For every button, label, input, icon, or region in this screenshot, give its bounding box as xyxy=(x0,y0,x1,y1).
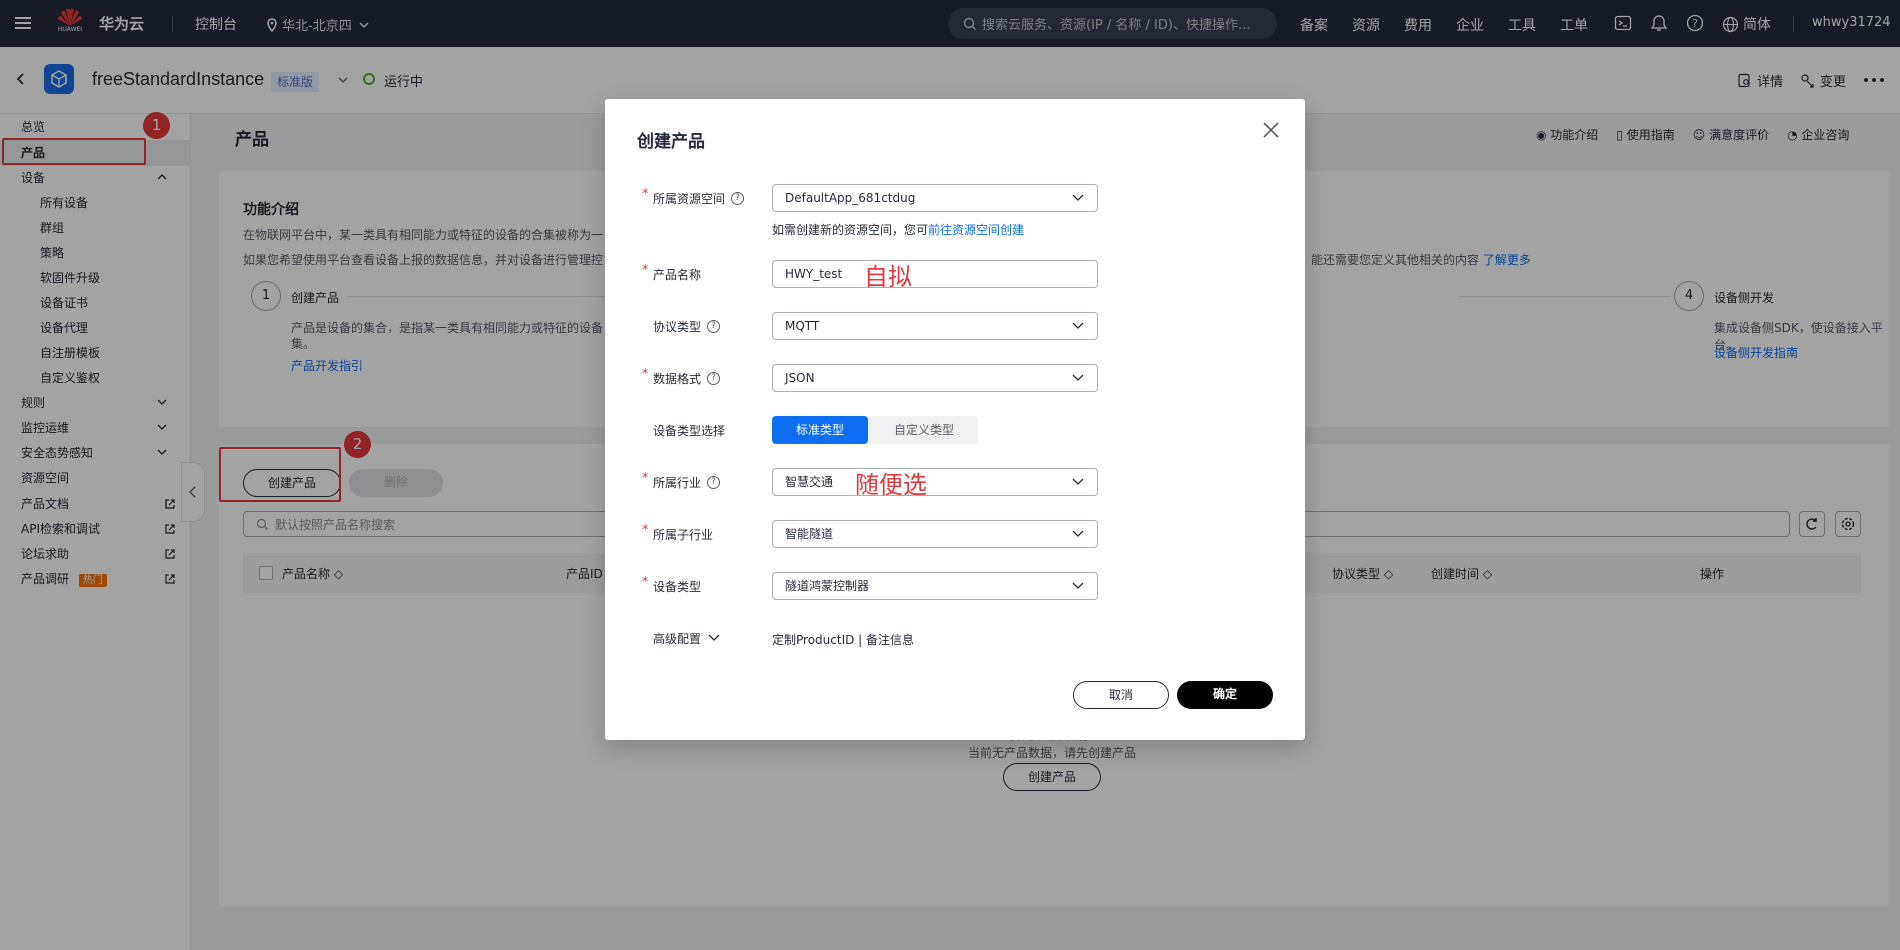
chevron-down-icon xyxy=(1072,322,1084,329)
label-text: 所属资源空间 xyxy=(653,191,726,206)
help-icon[interactable]: ? xyxy=(731,191,745,205)
create-resource-space-link[interactable]: 前往资源空间创建 xyxy=(928,223,1024,237)
required-mark: * xyxy=(642,471,649,486)
required-mark: * xyxy=(642,263,649,278)
close-icon[interactable] xyxy=(1262,121,1280,139)
input-value: HWY_test xyxy=(785,267,843,281)
chevron-down-icon xyxy=(1072,194,1084,201)
industry-select[interactable]: 智慧交通 xyxy=(772,468,1098,496)
protocol-select[interactable]: MQTT xyxy=(772,312,1098,340)
required-mark: * xyxy=(642,523,649,538)
sub-industry-label: * 所属子行业 xyxy=(642,521,714,547)
label-text: 所属行业 xyxy=(653,475,702,490)
chevron-down-icon xyxy=(1072,374,1084,381)
chevron-down-icon xyxy=(708,634,720,641)
select-value: 智慧交通 xyxy=(785,475,834,489)
help-icon[interactable]: ? xyxy=(707,371,721,385)
industry-label: * 所属行业? xyxy=(642,469,721,495)
select-value: 隧道鸿蒙控制器 xyxy=(785,579,870,593)
label-text: 设备类型 xyxy=(653,579,702,594)
select-value: DefaultApp_681ctdug xyxy=(785,191,916,205)
cancel-button[interactable]: 取消 xyxy=(1073,681,1169,709)
protocol-label: 协议类型? xyxy=(653,313,721,339)
label-text: 产品名称 xyxy=(653,267,702,282)
chevron-down-icon xyxy=(1072,478,1084,485)
device-type-label: * 设备类型 xyxy=(642,573,702,599)
select-value: 智能隧道 xyxy=(785,527,834,541)
select-value: MQTT xyxy=(785,319,820,333)
resource-space-select[interactable]: DefaultApp_681ctdug xyxy=(772,184,1098,212)
annotation-industry-note: 随便选 xyxy=(855,471,927,499)
label-text: 数据格式 xyxy=(653,371,702,386)
hint-text: 如需创建新的资源空间，您可 xyxy=(772,223,929,237)
create-product-dialog: 创建产品 * 所属资源空间? DefaultApp_681ctdug 如需创建新的… xyxy=(605,99,1305,740)
select-value: JSON xyxy=(785,371,815,385)
confirm-button[interactable]: 确定 xyxy=(1177,681,1273,709)
chevron-down-icon xyxy=(1072,530,1084,537)
device-type-select-label: 设备类型选择 xyxy=(653,423,726,438)
help-icon[interactable]: ? xyxy=(707,319,721,333)
required-mark: * xyxy=(642,367,649,382)
advanced-config-summary: 定制ProductID | 备注信息 xyxy=(772,633,915,647)
help-icon[interactable]: ? xyxy=(707,475,721,489)
standard-type-option[interactable]: 标准类型 xyxy=(772,416,868,444)
dialog-title: 创建产品 xyxy=(637,132,705,152)
annotation-name-note: 自拟 xyxy=(864,263,912,291)
advanced-config-toggle[interactable]: 高级配置 xyxy=(653,625,720,651)
custom-type-option[interactable]: 自定义类型 xyxy=(872,416,976,444)
device-type-toggle: 标准类型 自定义类型 xyxy=(772,416,978,444)
data-format-label: * 数据格式? xyxy=(642,365,721,391)
device-type-select[interactable]: 隧道鸿蒙控制器 xyxy=(772,572,1098,600)
sub-industry-select[interactable]: 智能隧道 xyxy=(772,520,1098,548)
label-text: 协议类型 xyxy=(653,319,702,334)
required-mark: * xyxy=(642,187,649,202)
product-name-input[interactable]: HWY_test xyxy=(772,260,1098,288)
product-name-label: * 产品名称 xyxy=(642,261,702,287)
resource-space-label: * 所属资源空间? xyxy=(642,185,745,211)
required-mark: * xyxy=(642,575,649,590)
data-format-select[interactable]: JSON xyxy=(772,364,1098,392)
label-text: 所属子行业 xyxy=(653,527,714,542)
chevron-down-icon xyxy=(1072,582,1084,589)
resource-hint: 如需创建新的资源空间，您可前往资源空间创建 xyxy=(772,221,1024,238)
label-text: 高级配置 xyxy=(653,631,702,646)
